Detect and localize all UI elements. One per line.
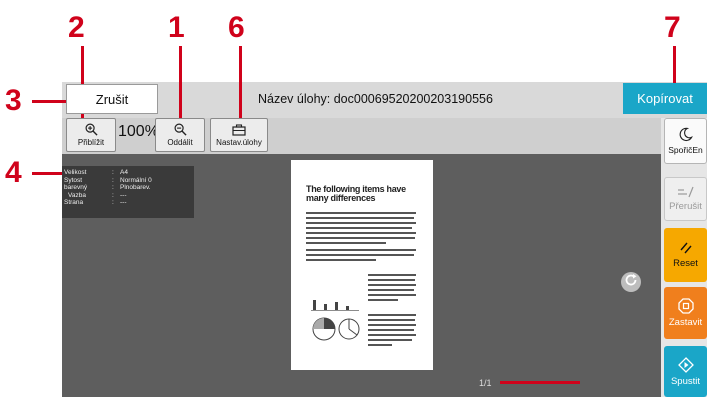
info-row: Strana: --- xyxy=(64,199,127,207)
zoom-in-button[interactable]: Přiblížit xyxy=(66,118,116,152)
callout-5-line xyxy=(500,381,580,384)
zoom-out-button[interactable]: Oddálit xyxy=(155,118,205,152)
interrupt-label: Přerušit xyxy=(669,201,702,212)
rotate-button[interactable] xyxy=(621,272,641,292)
figure-bar-chart xyxy=(311,300,359,311)
callout-6-line xyxy=(239,46,242,118)
rotate-icon xyxy=(624,273,638,292)
zoom-value: 100% xyxy=(118,123,159,140)
start-button[interactable]: Spustit xyxy=(664,346,707,397)
zoom-in-icon xyxy=(85,123,98,138)
callout-2: 2 xyxy=(68,11,85,44)
document-heading: The following items have many difference… xyxy=(306,184,406,203)
info-row: Vazba: --- xyxy=(68,191,127,199)
callout-7: 7 xyxy=(664,11,681,44)
interrupt-button[interactable]: Přerušit xyxy=(664,177,707,221)
callout-7-line xyxy=(673,46,676,83)
reset-icon xyxy=(679,241,693,258)
cancel-button[interactable]: Zrušit xyxy=(66,84,158,114)
document-page-preview: The following items have many difference… xyxy=(291,160,433,370)
job-name-label: Název úlohy: doc00069520200203190556 xyxy=(258,92,493,106)
sleep-button[interactable]: SpořičEn xyxy=(664,118,707,164)
callout-6: 6 xyxy=(228,11,245,44)
callout-4: 4 xyxy=(5,156,22,189)
callout-3-line xyxy=(32,100,66,103)
toolbox-icon xyxy=(232,123,246,138)
callout-1-line xyxy=(179,46,182,118)
stop-label: Zastavit xyxy=(668,317,703,328)
interrupt-icon xyxy=(677,186,695,201)
copy-button[interactable]: Kopírovat xyxy=(623,83,707,114)
settings-info-panel: Velikost: A4 Sytost: Normální 0 barevný: Pl… xyxy=(62,166,194,218)
stop-icon xyxy=(677,298,694,317)
callout-1: 1 xyxy=(168,11,185,44)
zoom-out-icon xyxy=(174,123,187,138)
reset-button[interactable]: Reset xyxy=(664,228,707,282)
zoom-out-label: Oddálit xyxy=(167,138,193,147)
start-icon xyxy=(677,356,694,376)
info-row: Sytost: Normální 0 xyxy=(64,176,152,184)
sleep-label: SpořičEn xyxy=(668,145,703,155)
job-settings-button[interactable]: Nastav.úlohy xyxy=(210,118,268,152)
page-counter: 1/1 xyxy=(479,378,492,388)
callout-3: 3 xyxy=(5,84,22,117)
reset-label: Reset xyxy=(673,258,698,269)
figure-pie-charts xyxy=(312,317,360,341)
info-row: Velikost: A4 xyxy=(64,169,128,176)
info-row: barevný: Plnobarev. xyxy=(64,184,151,192)
callout-4-line xyxy=(32,172,64,175)
start-label: Spustit xyxy=(670,375,701,387)
job-settings-label: Nastav.úlohy xyxy=(216,137,262,147)
moon-icon xyxy=(678,127,693,145)
zoom-in-label: Přiblížit xyxy=(77,138,105,147)
stop-button[interactable]: Zastavit xyxy=(664,287,707,339)
